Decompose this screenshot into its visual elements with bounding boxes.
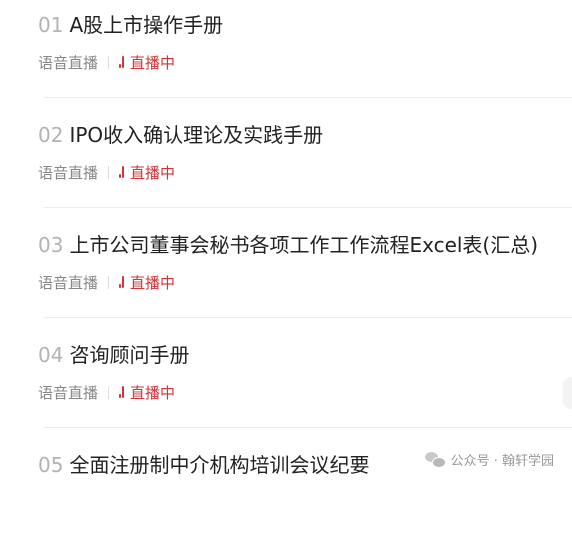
item-title-text: 上市公司董事会秘书各项工作工作流程Excel表(汇总)	[69, 233, 539, 257]
list-item[interactable]: 04 咨询顾问手册 语音直播 直播中	[0, 330, 572, 440]
item-index: 01	[38, 13, 64, 37]
item-index: 04	[38, 343, 64, 367]
item-index: 05	[38, 453, 64, 477]
meta-separator	[108, 275, 110, 289]
watermark-text: 公众号 · 翰轩学园	[450, 454, 554, 469]
live-status: 直播中	[119, 52, 175, 73]
item-index: 02	[38, 123, 64, 147]
item-title[interactable]: 03 上市公司董事会秘书各项工作工作流程Excel表(汇总)	[38, 232, 538, 258]
item-title[interactable]: 02 IPO收入确认理论及实践手册	[38, 122, 323, 148]
live-list: 01 A股上市操作手册 语音直播 直播中 02 IPO收入确认理论及实践手册 语音直…	[0, 0, 572, 483]
live-status-label: 直播中	[130, 163, 176, 182]
list-item[interactable]: 01 A股上市操作手册 语音直播 直播中	[0, 0, 572, 110]
live-status-label: 直播中	[130, 53, 176, 72]
live-signal-icon	[119, 386, 125, 398]
live-status: 直播中	[119, 162, 175, 183]
item-index: 03	[38, 233, 64, 257]
live-signal-icon	[119, 56, 125, 68]
item-type-label: 语音直播	[38, 383, 99, 402]
wechat-icon	[424, 451, 446, 468]
live-status-label: 直播中	[130, 273, 176, 292]
item-type-label: 语音直播	[38, 273, 99, 292]
live-signal-icon	[119, 166, 125, 178]
meta-separator	[108, 165, 110, 179]
divider	[44, 317, 572, 318]
live-status: 直播中	[119, 382, 175, 403]
item-meta: 语音直播 直播中	[38, 52, 175, 72]
item-meta: 语音直播 直播中	[38, 382, 175, 402]
divider	[44, 97, 572, 98]
meta-separator	[108, 385, 110, 399]
item-meta: 语音直播 直播中	[38, 162, 175, 182]
item-title-text: IPO收入确认理论及实践手册	[69, 123, 324, 147]
item-title-text: 咨询顾问手册	[69, 343, 190, 367]
item-type-label: 语音直播	[38, 163, 99, 182]
item-title[interactable]: 04 咨询顾问手册	[38, 342, 189, 368]
list-item[interactable]: 03 上市公司董事会秘书各项工作工作流程Excel表(汇总) 语音直播 直播中	[0, 220, 572, 330]
floating-side-handle[interactable]	[564, 378, 572, 408]
item-title-text: 全面注册制中介机构培训会议纪要	[69, 453, 370, 477]
watermark: 公众号 · 翰轩学园	[424, 450, 554, 469]
live-status: 直播中	[119, 272, 175, 293]
item-title-text: A股上市操作手册	[69, 13, 224, 37]
meta-separator	[108, 55, 110, 69]
live-status-label: 直播中	[130, 383, 176, 402]
item-title[interactable]: 01 A股上市操作手册	[38, 12, 223, 38]
live-signal-icon	[119, 276, 125, 288]
item-title[interactable]: 05 全面注册制中介机构培训会议纪要	[38, 452, 369, 478]
divider	[44, 427, 572, 428]
item-type-label: 语音直播	[38, 53, 99, 72]
list-item[interactable]: 02 IPO收入确认理论及实践手册 语音直播 直播中	[0, 110, 572, 220]
divider	[44, 207, 572, 208]
item-meta: 语音直播 直播中	[38, 272, 175, 292]
